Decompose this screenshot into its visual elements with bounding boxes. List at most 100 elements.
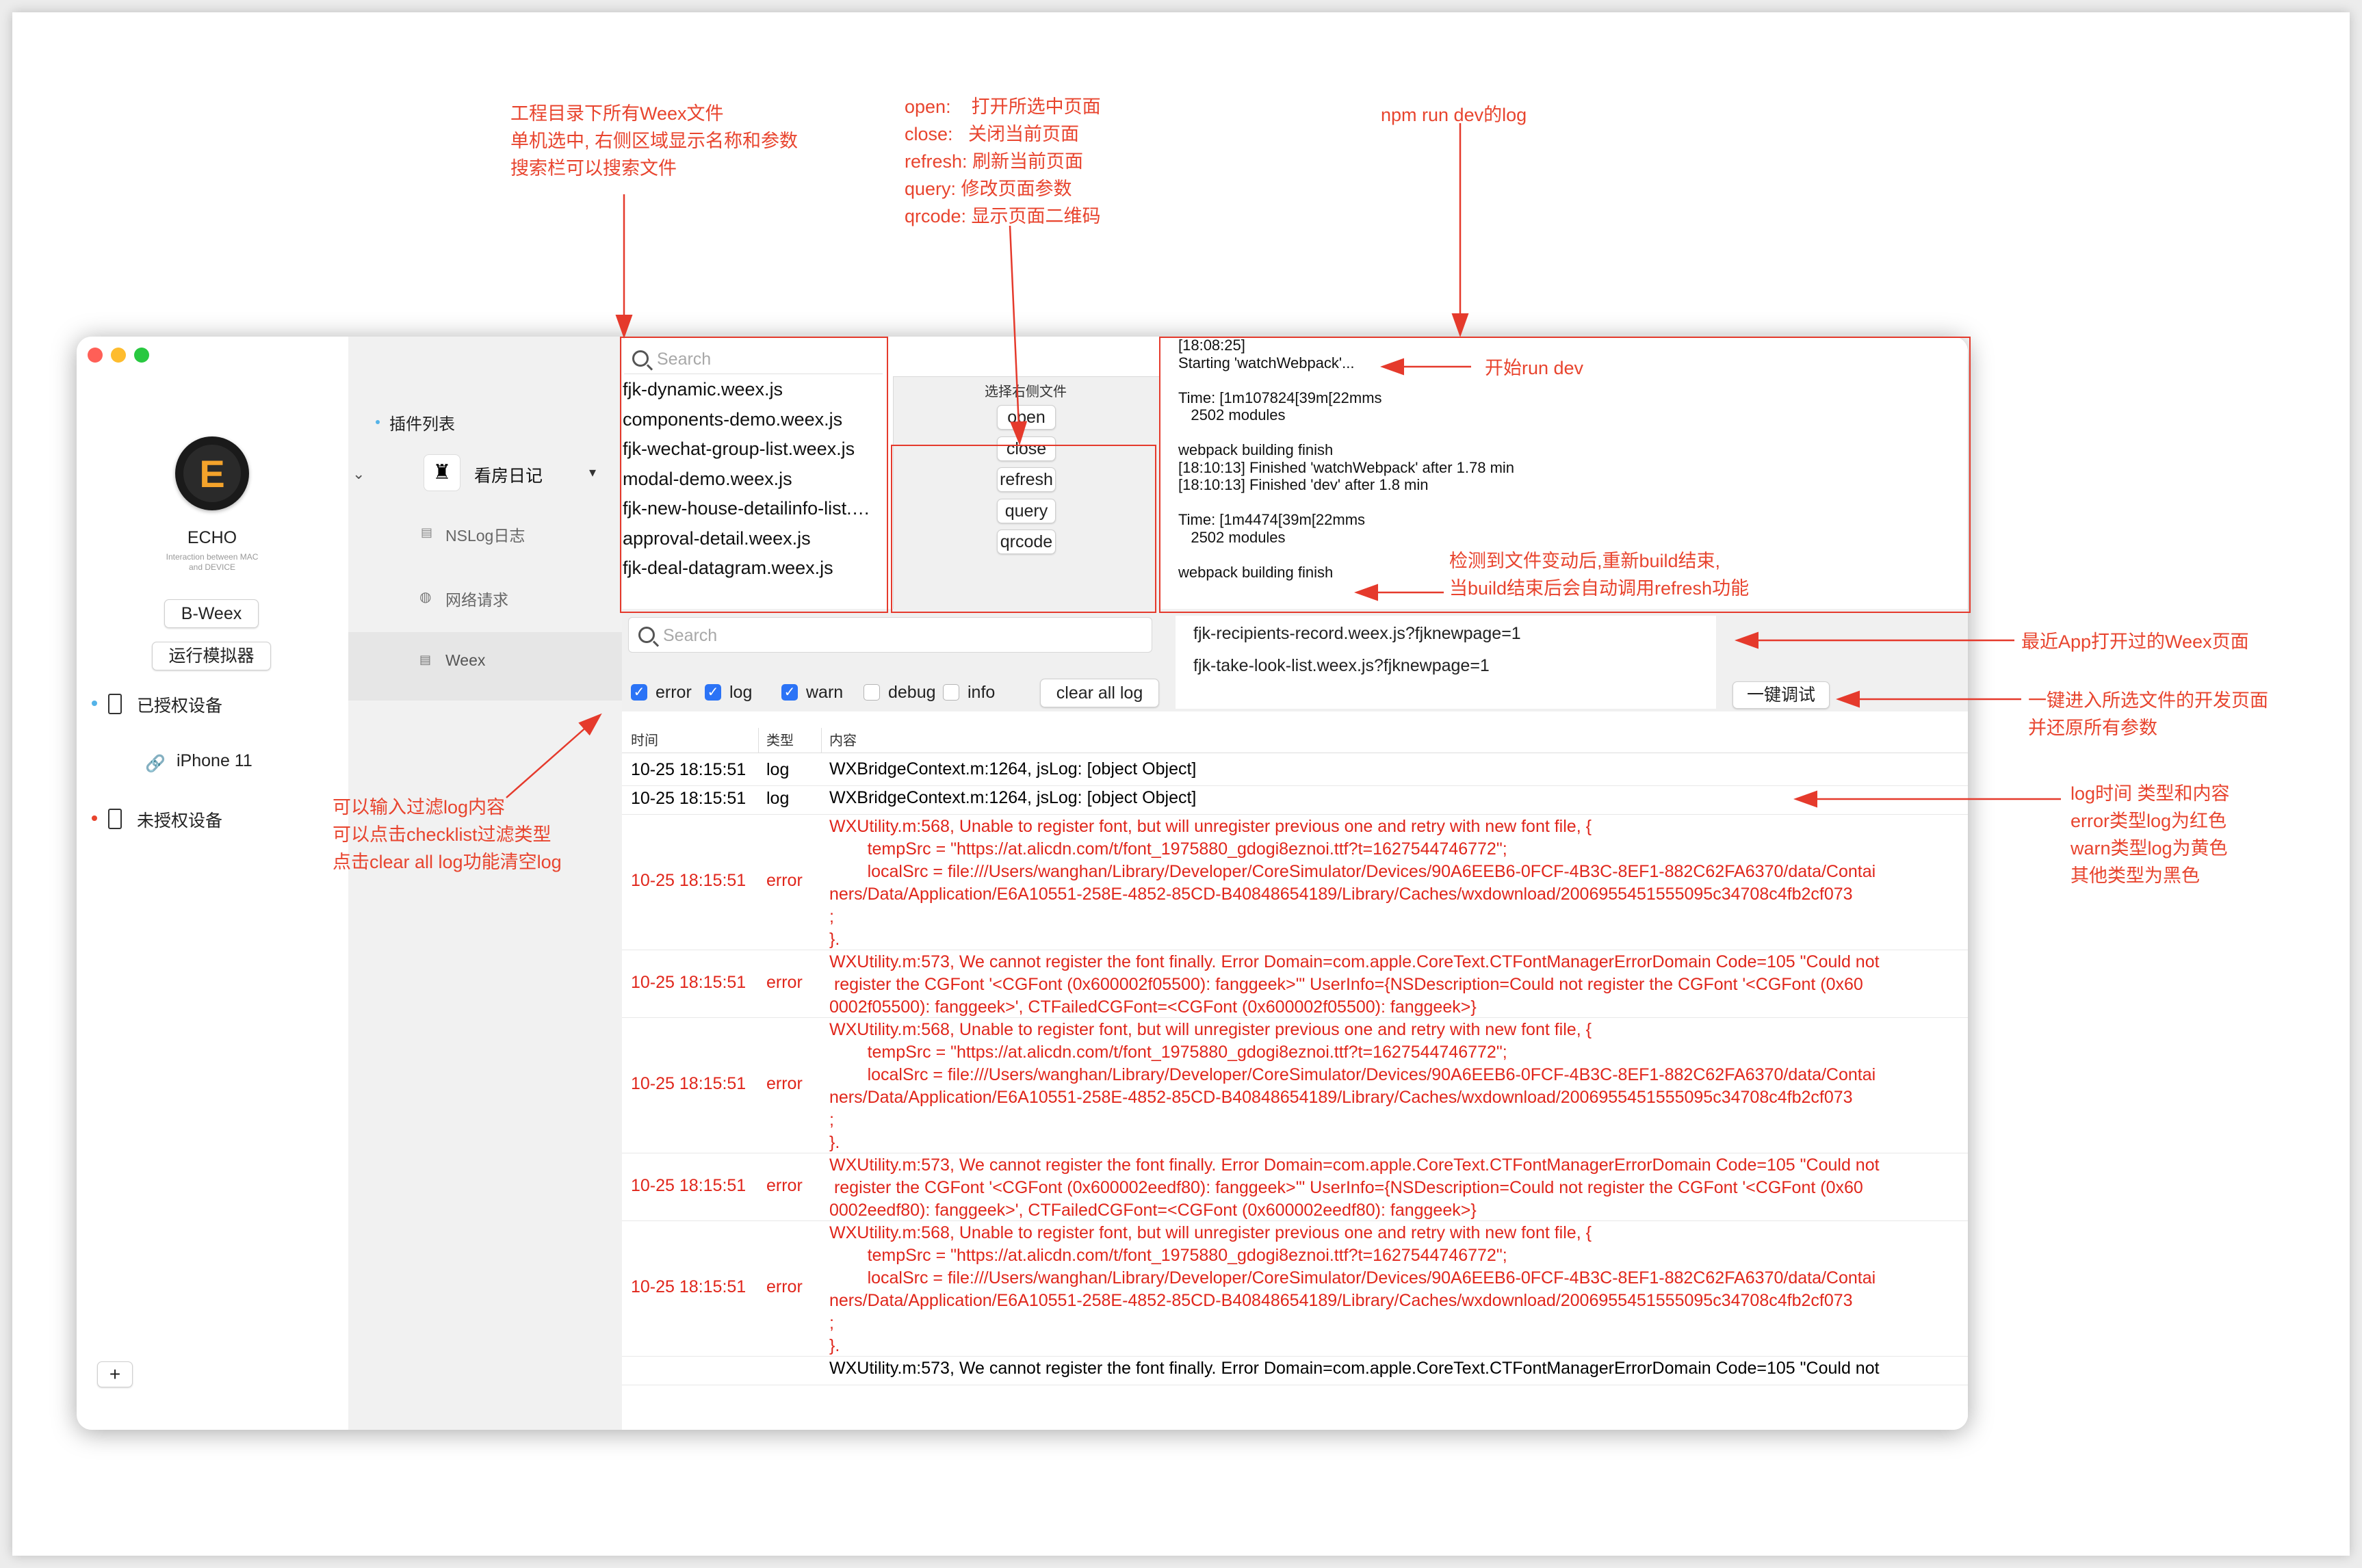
one-click-debug-button[interactable]: 一键调试 [1732,681,1830,709]
file-icon: ▤ [419,653,432,666]
minimize-window-button[interactable] [111,348,126,363]
log_note-line: error类型log为红色 [2071,811,2227,831]
devlog-annotation: npm run dev的log [1381,105,1527,125]
device-iphone-11[interactable]: iPhone 11 [177,751,252,771]
log-content-line: ; [829,1110,834,1129]
build_note-line: 当build结束后会自动调用refresh功能 [1449,578,1750,599]
actions_note-line: qrcode: 显示页面二维码 [905,206,1101,226]
files_note-line: 单机选中, 右侧区域显示名称和参数 [510,131,799,151]
filter-checkbox-error[interactable]: ✓ [631,684,647,701]
log-content-line: tempSrc = "https://at.alicdn.com/t/font_… [829,1043,1507,1062]
log-time: 10-25 18:15:51 [631,871,747,890]
files_note-line: 工程目录下所有Weex文件 [510,103,724,124]
log-content-line: WXBridgeContext.m:1264, jsLog: [object O… [829,788,1197,807]
close-window-button[interactable] [88,348,103,363]
app-selector-label[interactable]: 看房日记 [474,462,543,487]
actions-highlight-box [891,445,1156,613]
zoom-window-button[interactable] [134,348,149,363]
log-type: error [766,871,803,890]
log-type: error [766,1277,803,1296]
chevron-down-icon[interactable]: ⌄ [352,465,365,483]
header-time[interactable]: 时间 [631,729,658,749]
filter_note-line: 点击clear all log功能清空log [333,852,562,872]
open-button[interactable]: open [997,405,1056,430]
authorized-dot [92,701,97,706]
build-annotation: 检测到文件变动后,重新build结束, 当build结束后会自动调用refresh… [1449,547,1749,602]
log-content-line: localSrc = file:///Users/wanghan/Library… [829,1065,1876,1084]
build_note-line: 检测到文件变动后,重新build结束, [1449,551,1721,571]
b-weex-button[interactable]: B-Weex [164,599,259,628]
log-content-line: ; [829,907,834,926]
log-time: 10-25 18:15:51 [631,789,747,808]
phone-icon [108,809,122,829]
app-tagline: Interaction between MAC and DEVICE [166,552,259,572]
filter-checkbox-warn[interactable]: ✓ [781,684,798,701]
actions_note-line: close: 关闭当前页面 [905,124,1080,144]
filter_note-line: 可以输入过滤log内容 [333,797,506,818]
log_note-line: warn类型log为黄色 [2071,838,2228,859]
clear-all-log-button[interactable]: clear all log [1040,679,1159,707]
recent-page-item[interactable]: fjk-recipients-record.weex.js?fjknewpage… [1193,624,1521,644]
log-content-line: }. [829,1336,840,1355]
log-content-line: 0002f05500): fanggeek>', CTFailedCGFont=… [829,997,1477,1017]
filter-checkbox-info[interactable] [943,684,959,701]
filter-label-error: error [656,683,692,702]
add-button[interactable]: + [97,1361,133,1387]
log-row[interactable] [622,785,1968,815]
log-content-line: }. [829,1133,840,1152]
log-content-line: ; [829,1314,834,1333]
log-annotation: log时间 类型和内容 error类型log为红色 warn类型log为黄色 其他类型… [2071,780,2230,889]
plugin-pane: 插件列表 ⌄ ♜ 看房日记 ▾ ▤ NSLog日志 ◍ 网络请求 ▤ Weex [348,337,622,1430]
log-type: log [766,789,790,808]
log-content-line: WXUtility.m:573, We cannot register the … [829,1359,1880,1378]
plugin-item-nslog[interactable]: NSLog日志 [445,523,525,546]
plugin-item-weex[interactable]: Weex [445,651,485,670]
files_note-line: 搜索栏可以搜索文件 [510,158,677,179]
column-divider [758,728,759,753]
search-icon [638,627,655,643]
log_note-line: log时间 类型和内容 [2071,783,2230,804]
log-search-box[interactable]: Search [628,617,1152,653]
log-content-line: WXUtility.m:573, We cannot register the … [829,1155,1880,1175]
actions_note-line: open: 打开所选中页面 [905,96,1101,117]
logo-letter: E [199,452,225,495]
selected-file-hint: 选择右侧文件 [985,384,1067,400]
start-annotation: 开始run dev [1485,358,1584,378]
log-content-line: WXUtility.m:568, Unable to register font… [829,1020,1592,1039]
plugin-dot [376,420,380,424]
log-time: 10-25 18:15:51 [631,1074,747,1093]
log-search-input[interactable]: Search [663,626,717,646]
log-content-line: register the CGFont '<CGFont (0x600002ee… [829,1178,1863,1197]
log-type: log [766,760,790,779]
log-type: error [766,972,803,992]
filter-checkbox-log[interactable]: ✓ [705,684,721,701]
app-icon: ♜ [424,454,460,491]
log_note-line: 其他类型为黑色 [2071,865,2200,886]
filter-label-debug: debug [888,683,936,702]
log-content-line: ners/Data/Application/E6A10551-258E-4852… [829,885,1853,904]
header-content[interactable]: 内容 [829,729,857,749]
column-divider [821,728,822,753]
filter-checkbox-debug[interactable] [864,684,880,701]
log-content-line: WXUtility.m:573, We cannot register the … [829,952,1880,971]
log-time: 10-25 18:15:51 [631,760,747,779]
filter-annotation: 可以输入过滤log内容可以点击checklist过滤类型 点击clear all … [333,794,562,876]
plugin-item-network[interactable]: 网络请求 [445,587,508,610]
log-content-line: WXBridgeContext.m:1264, jsLog: [object O… [829,759,1197,779]
run-simulator-button[interactable]: 运行模拟器 [152,642,271,670]
log-time: 10-25 18:15:51 [631,1277,747,1296]
filter_note-line: 可以点击checklist过滤类型 [333,824,551,845]
unauthorized-devices-label: 未授权设备 [137,811,223,831]
recent-page-item[interactable]: fjk-take-look-list.weex.js?fjknewpage=1 [1193,656,1490,676]
app-logo: E [175,436,249,510]
debug-annotation: 一键进入所选文件的开发页面 并还原所有参数 [2028,687,2268,742]
dropdown-icon[interactable]: ▾ [589,464,596,481]
header-type[interactable]: 类型 [766,729,794,749]
log-row[interactable] [622,757,1968,786]
globe-icon: ◍ [419,590,432,605]
unauthorized-dot [92,815,97,821]
log-type: error [766,1175,803,1195]
authorized-devices-label: 已授权设备 [137,696,223,716]
files-annotation: 工程目录下所有Weex文件单机选中, 右侧区域显示名称和参数 搜索栏可以搜索文件 [510,100,798,182]
actions_note-line: refresh: 刷新当前页面 [905,151,1084,172]
